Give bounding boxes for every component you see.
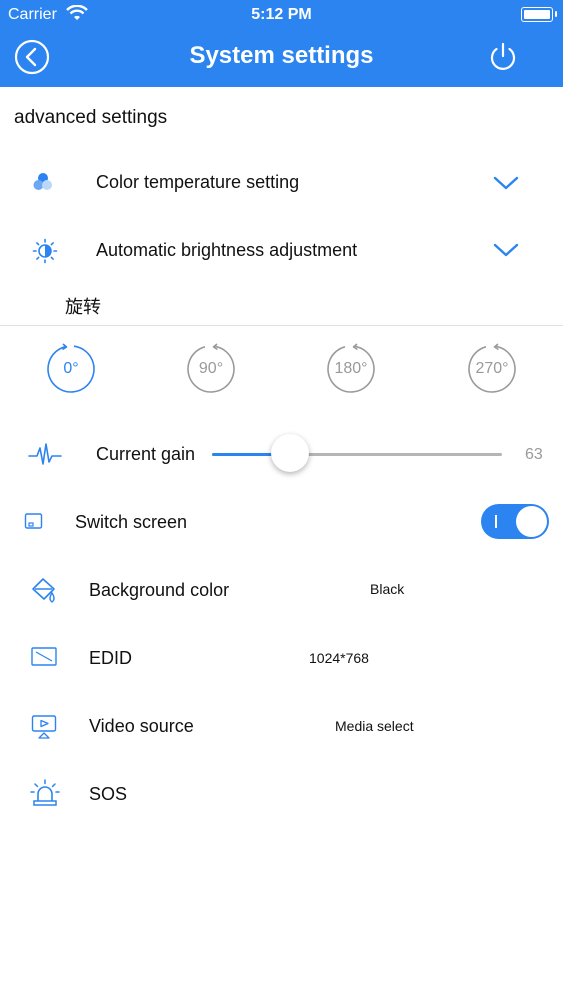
nav-bar: Carrier 5:12 PM System settings [0, 0, 563, 87]
rotation-90-button[interactable]: 90° [185, 343, 237, 395]
video-source-value[interactable]: Media select [335, 718, 414, 734]
edid-label: EDID [89, 648, 133, 668]
chevron-down-icon[interactable] [493, 242, 519, 258]
switch-screen-toggle[interactable] [481, 504, 549, 539]
rotation-0-label: 0° [63, 360, 79, 377]
current-gain-slider-track[interactable] [212, 453, 502, 456]
brightness-label: Automatic brightness adjustment [96, 240, 358, 260]
background-color-label: Background color [89, 580, 230, 600]
brightness-icon [32, 238, 58, 264]
video-source-label: Video source [89, 716, 194, 736]
color-temperature-row[interactable]: Color temperature setting [0, 162, 563, 202]
current-gain-label: Current gain [96, 444, 196, 464]
rotation-270-label: 270° [475, 360, 509, 377]
background-color-value[interactable]: Black [370, 581, 404, 597]
color-circles-icon [33, 173, 52, 190]
status-time: 5:12 PM [251, 6, 312, 23]
divider [0, 325, 563, 326]
page-title: System settings [189, 42, 374, 69]
display-icon [31, 647, 57, 666]
video-source-icon [31, 715, 57, 739]
chevron-down-icon[interactable] [493, 175, 519, 191]
section-title: advanced settings [14, 107, 168, 128]
sos-label[interactable]: SOS [89, 784, 127, 805]
screen-switch-icon [24, 513, 43, 529]
rotation-180-button[interactable]: 180° [325, 343, 377, 395]
switch-screen-label: Switch screen [75, 512, 188, 532]
battery-icon [521, 7, 557, 22]
rotation-90-label: 90° [198, 360, 224, 377]
brightness-row[interactable]: Automatic brightness adjustment [0, 230, 563, 270]
alarm-light-icon [30, 779, 60, 806]
rotation-0-button[interactable]: 0° [45, 343, 97, 395]
waveform-icon [28, 443, 62, 465]
rotation-label: 旋转 [65, 297, 101, 317]
current-gain-slider-thumb[interactable] [271, 434, 310, 472]
status-bar: Carrier 5:12 PM [0, 0, 563, 30]
current-gain-value: 63 [525, 446, 543, 463]
paint-bucket-icon [32, 578, 55, 603]
edid-value[interactable]: 1024*768 [309, 650, 369, 666]
power-icon[interactable] [486, 40, 520, 74]
rotation-270-button[interactable]: 270° [466, 343, 518, 395]
color-temperature-label: Color temperature setting [96, 172, 300, 192]
rotation-180-label: 180° [334, 360, 368, 377]
